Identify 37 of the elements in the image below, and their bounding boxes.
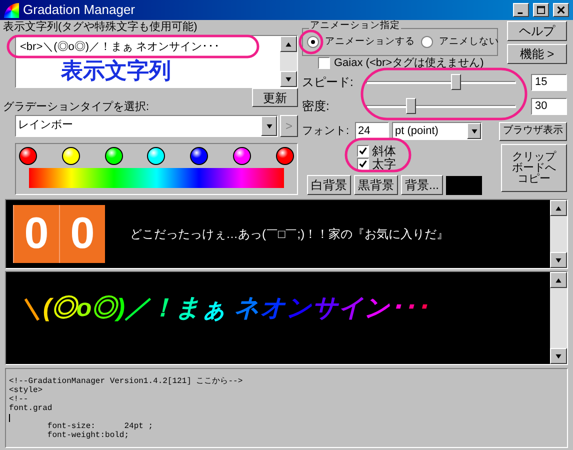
browser-view-button[interactable]: ブラウザ表示 xyxy=(499,122,567,140)
radio-option[interactable]: アニメしない xyxy=(421,34,499,50)
code-line: <style> xyxy=(9,386,44,395)
features-button[interactable]: 機能 > xyxy=(507,44,567,64)
unit-dropdown[interactable]: pt (point) xyxy=(392,122,482,140)
counter-digit: 0 xyxy=(13,205,59,263)
group-title: アニメーション指定 xyxy=(309,21,401,30)
text-area[interactable]: <br>＼(◎o◎)／！まぁ ネオンサイン･･･ 表示文字列 xyxy=(15,35,298,88)
field-label: フォント: xyxy=(302,124,350,139)
background-button[interactable]: 白背景 xyxy=(307,175,351,195)
help-button[interactable]: ヘルプ xyxy=(507,21,567,41)
window-title: Gradation Manager xyxy=(23,1,136,20)
value-field[interactable]: 30 xyxy=(531,98,567,114)
background-button[interactable]: 背景... xyxy=(401,175,444,195)
code-line: font.grad xyxy=(9,404,54,413)
slider-label: スピード: xyxy=(302,74,354,91)
counter-digit: 0 xyxy=(59,205,105,263)
field-label: 表示文字列(タグや特殊文字も使用可能) xyxy=(3,20,198,35)
preview-text: ＼(◎o◎)／！まぁ ネオンサイン･･･ xyxy=(17,293,430,324)
code-line: font-size: 24pt ; xyxy=(46,422,154,431)
annotation-text: 表示文字列 xyxy=(61,58,171,84)
ticker-text: どこだったっけぇ…あっ(￣□￣;)！！家の『お気に入りだ』 xyxy=(130,226,449,243)
code-line: <!--GradationManager Version1.4.2[121] ここから--> xyxy=(9,377,244,386)
gradation-dropdown[interactable]: レインボー xyxy=(15,115,278,137)
copy-to-clipboard-button[interactable]: クリップボードへコピー xyxy=(501,144,567,192)
value-field[interactable]: 15 xyxy=(531,74,567,90)
checkbox-option[interactable]: 斜体 xyxy=(357,144,396,157)
field-label: グラデーションタイプを選択: xyxy=(3,101,150,114)
radio-option[interactable]: アニメーションする xyxy=(307,34,415,50)
code-line: <!-- xyxy=(9,395,30,404)
checkbox-option[interactable]: 太字 xyxy=(357,157,396,170)
background-button[interactable]: 黒背景 xyxy=(354,175,398,195)
checkbox-option[interactable]: Gaiax (<br>タグは使えません) xyxy=(318,56,484,70)
code-line: font-weight:bold; xyxy=(46,431,130,440)
update-button[interactable]: 更新 xyxy=(252,88,298,107)
slider-label: 密度: xyxy=(302,98,330,115)
code-area[interactable]: <!--GradationManager Version1.4.2[121] ここから--> <style> <!-- font.grad font-size: 24pt ; font-weight:bold; xyxy=(5,368,568,448)
